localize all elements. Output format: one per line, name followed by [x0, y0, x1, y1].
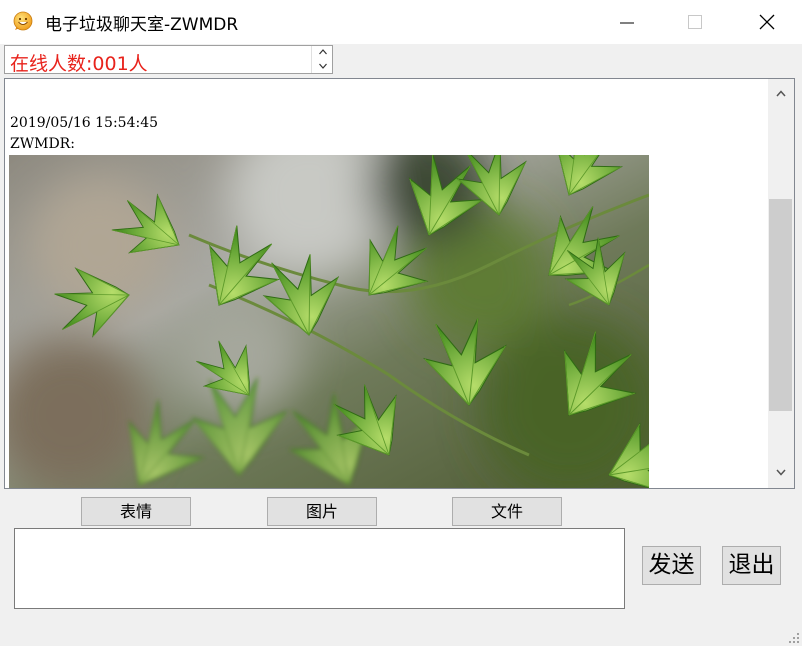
spinner-up-button[interactable] [312, 46, 334, 59]
chat-scrollbar[interactable] [768, 79, 794, 488]
window-title: 电子垃圾聊天室-ZWMDR [45, 15, 239, 35]
scroll-down-button[interactable] [768, 458, 794, 488]
file-button[interactable]: 文件 [452, 497, 562, 526]
spinner-buttons [311, 46, 334, 73]
scroll-thumb[interactable] [769, 199, 792, 411]
image-button[interactable]: 图片 [267, 497, 377, 526]
exit-button[interactable]: 退出 [722, 546, 781, 585]
chevron-down-icon [319, 63, 327, 69]
online-count-text: 在线人数:001人 [10, 53, 148, 75]
maximize-button[interactable] [672, 0, 718, 44]
resize-grip-icon[interactable] [786, 630, 800, 644]
minimize-button[interactable] [604, 0, 650, 44]
close-button[interactable] [744, 0, 790, 44]
message-image [9, 155, 649, 488]
chevron-up-icon [776, 90, 786, 97]
emoji-button[interactable]: 表情 [81, 497, 191, 526]
scroll-up-button[interactable] [768, 79, 794, 109]
close-icon [759, 14, 775, 30]
message-sender: ZWMDR: [10, 136, 75, 152]
maximize-icon [688, 15, 702, 29]
chat-history[interactable]: 2019/05/16 15:54:45 ZWMDR: [4, 78, 795, 489]
chevron-down-icon [776, 469, 786, 476]
spinner-down-button[interactable] [312, 60, 334, 73]
online-count-spinner[interactable]: 在线人数:001人 [4, 45, 334, 75]
minimize-icon [620, 22, 634, 24]
title-bar: 电子垃圾聊天室-ZWMDR [0, 0, 802, 44]
chevron-up-icon [319, 49, 327, 55]
message-input[interactable] [14, 528, 625, 609]
message-timestamp: 2019/05/16 15:54:45 [10, 115, 159, 131]
smiley-chat-icon [13, 11, 33, 31]
send-button[interactable]: 发送 [642, 546, 701, 585]
